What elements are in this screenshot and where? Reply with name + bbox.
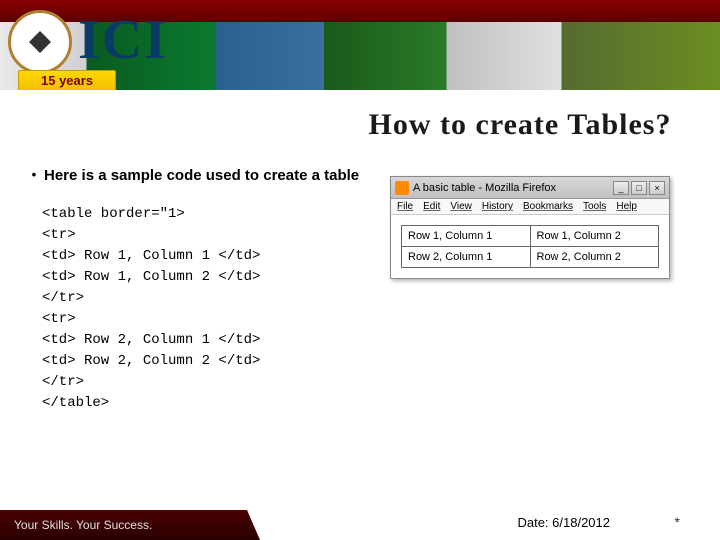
browser-window: A basic table - Mozilla Firefox _ □ × Fi… <box>390 176 670 279</box>
code-line: </tr> <box>42 288 364 309</box>
menu-history: History <box>482 201 513 212</box>
minimize-icon: _ <box>613 181 629 195</box>
maximize-icon: □ <box>631 181 647 195</box>
content-area: • Here is a sample code used to create a… <box>0 166 720 414</box>
right-column: A basic table - Mozilla Firefox _ □ × Fi… <box>364 166 696 414</box>
code-line: <td> Row 1, Column 1 </td> <box>42 246 364 267</box>
menu-file: File <box>397 201 413 212</box>
close-icon: × <box>649 181 665 195</box>
table-cell: Row 1, Column 1 <box>402 226 531 247</box>
left-column: • Here is a sample code used to create a… <box>24 166 364 414</box>
menu-help: Help <box>616 201 637 212</box>
slide-title: How to create Tables? <box>320 108 720 142</box>
code-line: </table> <box>42 393 364 414</box>
code-line: <tr> <box>42 309 364 330</box>
code-block: <table border="1> <tr> <td> Row 1, Colum… <box>42 204 364 414</box>
window-titlebar: A basic table - Mozilla Firefox _ □ × <box>391 177 669 199</box>
code-line: <td> Row 2, Column 2 </td> <box>42 351 364 372</box>
window-buttons: _ □ × <box>613 181 665 195</box>
menu-edit: Edit <box>423 201 440 212</box>
table-cell: Row 2, Column 2 <box>530 247 659 268</box>
menu-bookmarks: Bookmarks <box>523 201 573 212</box>
rendered-table: Row 1, Column 1 Row 1, Column 2 Row 2, C… <box>401 225 659 268</box>
bullet-dot-icon: • <box>24 166 44 186</box>
firefox-icon <box>395 181 409 195</box>
code-line: <table border="1> <box>42 204 364 225</box>
table-cell: Row 1, Column 2 <box>530 226 659 247</box>
footer: Your Skills. Your Success. Date: 6/18/20… <box>0 500 720 540</box>
bullet-text: Here is a sample code used to create a t… <box>44 166 359 186</box>
code-line: <td> Row 1, Column 2 </td> <box>42 267 364 288</box>
code-line: </tr> <box>42 372 364 393</box>
table-row: Row 1, Column 1 Row 1, Column 2 <box>402 226 659 247</box>
browser-content: Row 1, Column 1 Row 1, Column 2 Row 2, C… <box>391 215 669 278</box>
code-line: <tr> <box>42 225 364 246</box>
menu-tools: Tools <box>583 201 606 212</box>
code-line: <td> Row 2, Column 1 </td> <box>42 330 364 351</box>
browser-menubar: File Edit View History Bookmarks Tools H… <box>391 199 669 215</box>
footer-tagline: Your Skills. Your Success. <box>0 510 260 540</box>
menu-view: View <box>450 201 472 212</box>
bullet-item: • Here is a sample code used to create a… <box>24 166 364 186</box>
table-row: Row 2, Column 1 Row 2, Column 2 <box>402 247 659 268</box>
logo-text: ICI <box>78 8 168 72</box>
anniversary-ribbon: 15 years <box>18 70 116 90</box>
footer-marker: * <box>675 514 680 530</box>
logo-emblem <box>8 10 72 74</box>
footer-date: Date: 6/18/2012 <box>517 515 610 530</box>
window-title: A basic table - Mozilla Firefox <box>413 182 609 194</box>
table-cell: Row 2, Column 1 <box>402 247 531 268</box>
header-banner: ICI 15 years <box>0 0 720 90</box>
